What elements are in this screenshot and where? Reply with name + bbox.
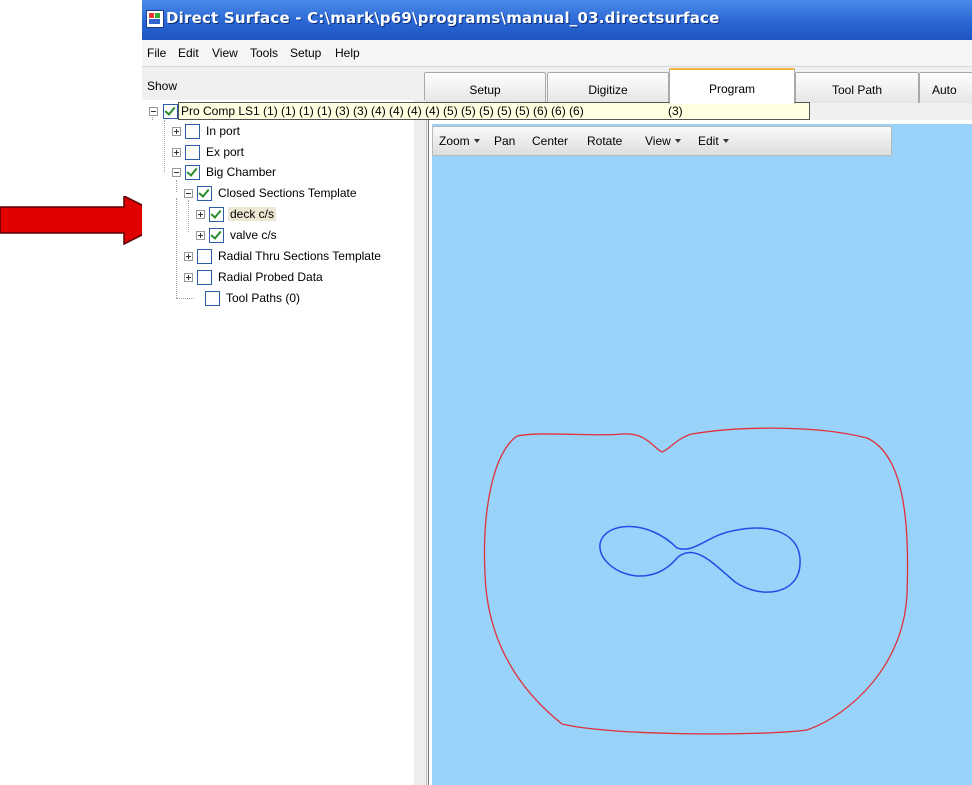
viewport-toolbar: Zoom Pan Center Rotate View Edit bbox=[432, 126, 892, 156]
zoom-label: Zoom bbox=[439, 134, 470, 148]
pan-button[interactable]: Pan bbox=[494, 134, 515, 148]
tree-node-label: Closed Sections Template bbox=[218, 186, 357, 200]
checkbox[interactable] bbox=[205, 291, 220, 306]
edit-label: Edit bbox=[698, 134, 719, 148]
checkbox-checked[interactable] bbox=[163, 104, 178, 119]
title-bar[interactable]: Direct Surface - C:\mark\p69\programs\ma… bbox=[142, 0, 972, 40]
menu-help[interactable]: Help bbox=[335, 46, 360, 60]
expand-icon[interactable] bbox=[172, 127, 181, 136]
tab-digitize[interactable]: Digitize bbox=[547, 72, 669, 103]
zoom-dropdown[interactable]: Zoom bbox=[439, 134, 480, 148]
expand-icon[interactable] bbox=[196, 210, 205, 219]
panel-splitter[interactable] bbox=[414, 100, 427, 785]
tab-tool-path[interactable]: Tool Path bbox=[795, 72, 919, 103]
checkbox-checked[interactable] bbox=[209, 207, 224, 222]
tree-node-valve-cs[interactable]: valve c/s bbox=[142, 227, 412, 245]
view-label: View bbox=[645, 134, 671, 148]
checkbox[interactable] bbox=[197, 249, 212, 264]
tree-node-in-port[interactable]: In port bbox=[142, 123, 412, 141]
chevron-down-icon bbox=[473, 139, 480, 143]
checkbox-checked[interactable] bbox=[209, 228, 224, 243]
tab-auto[interactable]: Auto bbox=[919, 72, 972, 103]
tree-panel: In port Ex port Big Chamber Closed Secti… bbox=[142, 100, 415, 785]
tooltip-text: Pro Comp LS1 (1) (1) (1) (1) (3) (3) (4)… bbox=[181, 104, 584, 118]
menu-tools[interactable]: Tools bbox=[250, 46, 278, 60]
tree-node-label: Radial Probed Data bbox=[218, 270, 323, 284]
tab-setup[interactable]: Setup bbox=[424, 72, 546, 103]
checkbox-checked[interactable] bbox=[197, 186, 212, 201]
inner-contour bbox=[599, 525, 801, 593]
menu-edit[interactable]: Edit bbox=[178, 46, 199, 60]
tree-node-deck-cs[interactable]: deck c/s bbox=[142, 206, 412, 224]
viewport-canvas[interactable] bbox=[432, 124, 972, 785]
collapse-icon[interactable] bbox=[172, 168, 181, 177]
tree-node-tool-paths[interactable]: Tool Paths (0) bbox=[142, 290, 412, 308]
tree-node-label: In port bbox=[206, 124, 241, 138]
tree-node-big-chamber[interactable]: Big Chamber bbox=[142, 164, 412, 182]
checkbox[interactable] bbox=[197, 270, 212, 285]
tree-node-label: Tool Paths (0) bbox=[226, 291, 301, 305]
center-button[interactable]: Center bbox=[532, 134, 568, 148]
edit-dropdown[interactable]: Edit bbox=[698, 134, 729, 148]
view-dropdown[interactable]: View bbox=[645, 134, 681, 148]
collapse-icon[interactable] bbox=[149, 107, 158, 116]
chevron-down-icon bbox=[674, 139, 681, 143]
expand-icon[interactable] bbox=[184, 252, 193, 261]
checkbox-checked[interactable] bbox=[185, 165, 200, 180]
checkbox[interactable] bbox=[185, 145, 200, 160]
tree-node-radial-thru-sections-template[interactable]: Radial Thru Sections Template bbox=[142, 248, 414, 266]
tree-node-label: Big Chamber bbox=[206, 165, 277, 179]
expand-icon[interactable] bbox=[172, 148, 181, 157]
tree-node-ex-port[interactable]: Ex port bbox=[142, 144, 412, 162]
app-icon bbox=[146, 10, 164, 28]
show-label: Show bbox=[147, 79, 178, 93]
tree-node-label: deck c/s bbox=[228, 207, 277, 221]
chevron-down-icon bbox=[722, 139, 729, 143]
tree-node-closed-sections-template[interactable]: Closed Sections Template bbox=[142, 185, 412, 203]
tooltip-count: (3) bbox=[668, 104, 683, 118]
tree-node-root[interactable] bbox=[142, 103, 182, 121]
tree-node-label: Ex port bbox=[206, 145, 245, 159]
expand-icon[interactable] bbox=[196, 231, 205, 240]
menu-view[interactable]: View bbox=[212, 46, 238, 60]
outer-contour bbox=[483, 427, 909, 735]
menu-bar: File Edit View Tools Setup Help bbox=[142, 40, 972, 67]
collapse-icon[interactable] bbox=[184, 189, 193, 198]
tree-node-label: Radial Thru Sections Template bbox=[218, 249, 381, 263]
menu-file[interactable]: File bbox=[147, 46, 166, 60]
tab-program[interactable]: Program bbox=[669, 68, 795, 104]
menu-setup[interactable]: Setup bbox=[290, 46, 321, 60]
window-title: Direct Surface - C:\mark\p69\programs\ma… bbox=[166, 9, 720, 27]
tree-node-radial-probed-data[interactable]: Radial Probed Data bbox=[142, 269, 412, 287]
tree-node-label: valve c/s bbox=[230, 228, 277, 242]
app-window: Direct Surface - C:\mark\p69\programs\ma… bbox=[142, 0, 972, 785]
rotate-button[interactable]: Rotate bbox=[587, 134, 622, 148]
expand-icon[interactable] bbox=[184, 273, 193, 282]
checkbox[interactable] bbox=[185, 124, 200, 139]
